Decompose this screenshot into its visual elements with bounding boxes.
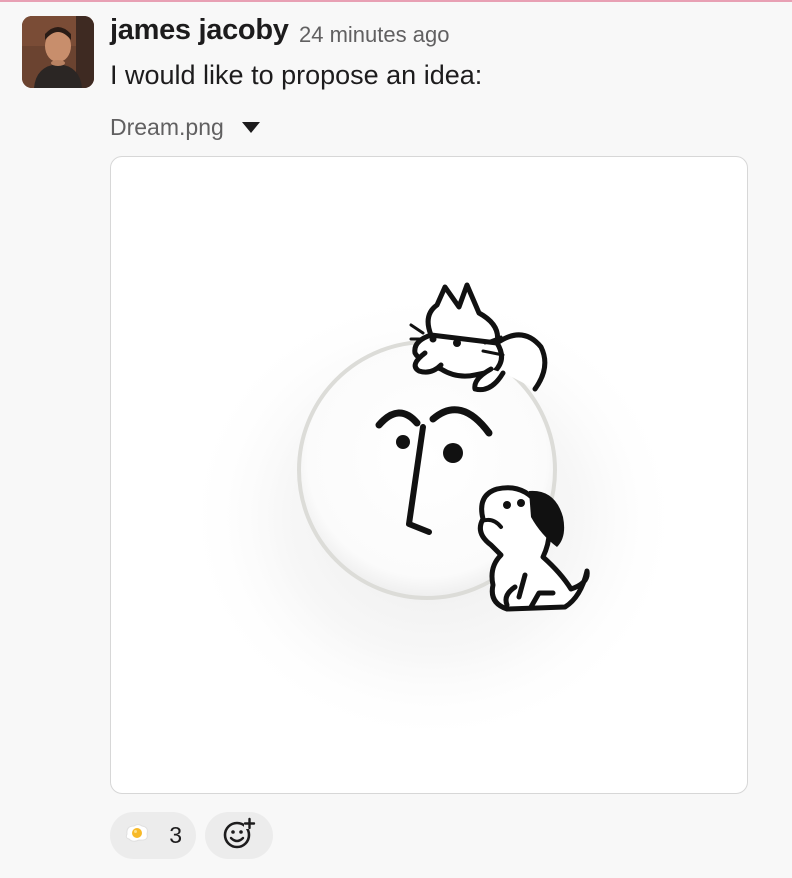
reactions-bar: 3 (110, 812, 273, 859)
message-timestamp[interactable]: 24 minutes ago (299, 22, 449, 48)
dream-illustration (183, 282, 683, 747)
add-reaction-button[interactable] (205, 812, 273, 859)
message: james jacoby 24 minutes ago I would like… (0, 0, 792, 878)
caret-down-icon[interactable] (241, 121, 260, 133)
sender-name[interactable]: james jacoby (110, 14, 289, 47)
add-reaction-icon (222, 816, 256, 855)
reaction-fried-egg[interactable]: 3 (110, 812, 196, 859)
message-text: I would like to propose an idea: (110, 60, 483, 90)
attachment-toggle[interactable]: Dream.png (110, 112, 260, 142)
attachment-file-name: Dream.png (110, 113, 224, 140)
attachment-image[interactable] (110, 156, 748, 794)
avatar[interactable] (22, 16, 94, 88)
reaction-count: 3 (169, 822, 182, 848)
fried-egg-icon (124, 822, 150, 849)
